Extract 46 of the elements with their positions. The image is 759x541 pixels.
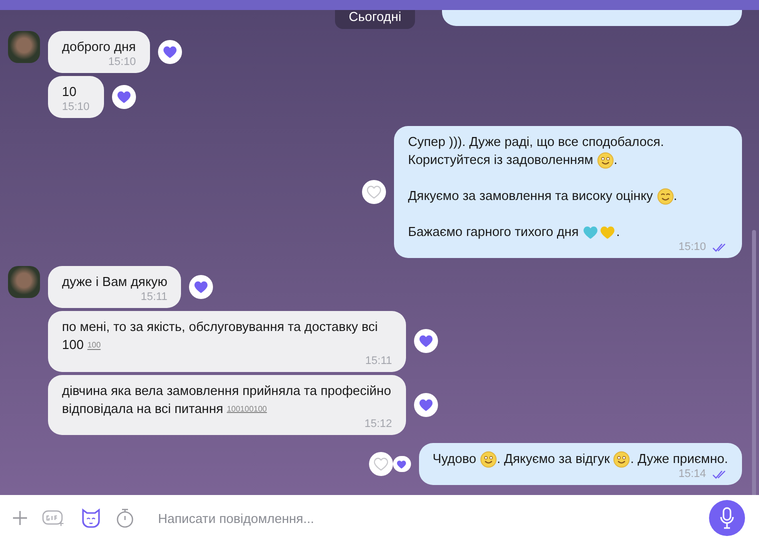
avatar[interactable] <box>8 31 40 63</box>
scrollbar[interactable] <box>752 230 756 495</box>
emoji-text: 100100100 <box>226 404 267 414</box>
heart-outline-icon <box>366 184 382 200</box>
microphone-icon <box>720 507 734 529</box>
message-text: доброго дня <box>62 38 136 56</box>
emoji-text: 100 <box>87 340 101 350</box>
heart-emoji-icon <box>582 224 600 242</box>
sticker-icon[interactable] <box>80 508 102 528</box>
avatar[interactable] <box>8 266 40 298</box>
reaction-button[interactable] <box>112 85 136 109</box>
microphone-button[interactable] <box>709 500 745 536</box>
message-time: 15:11 <box>365 354 392 368</box>
message-text: дівчина яка вела замовлення прийняла та професійно відповідала на всі питання 100100100 <box>62 382 392 418</box>
smiley-icon <box>596 152 614 170</box>
reaction-button[interactable] <box>362 180 386 204</box>
message-text: Супер ))). Дуже раді, що все сподобалося. Користуйтеся із задоволенням . Дякуємо за замовлення та високу оцінку . Бажаємо гарного тихого дня . <box>408 133 678 242</box>
heart-icon <box>396 458 408 470</box>
reaction-button[interactable] <box>414 393 438 418</box>
heart-icon <box>418 397 434 414</box>
message-text: 10 <box>62 83 78 101</box>
message-time: 15:12 <box>364 418 392 432</box>
heart-emoji-icon <box>599 224 616 242</box>
message-time: 15:11 <box>140 291 168 304</box>
heart-icon <box>418 333 434 350</box>
reaction-button[interactable] <box>414 329 438 354</box>
smiley-icon <box>656 188 674 206</box>
message-time: 15:14 <box>678 468 706 482</box>
smiley-icon <box>480 451 497 468</box>
reaction-button[interactable] <box>189 275 214 300</box>
message-text: по мені, то за якість, обслуговування та доставку всі 100 100 <box>62 318 379 354</box>
message-time: 15:10 <box>62 101 90 114</box>
plus-icon[interactable] <box>12 510 28 526</box>
reaction-button[interactable] <box>368 452 393 476</box>
timer-icon[interactable] <box>116 508 134 528</box>
message-text: дуже і Вам дякую <box>62 273 168 292</box>
message-text: Чудово . Дякуємо за відгук . Дуже приємно. <box>432 450 728 468</box>
heart-icon <box>193 279 210 296</box>
message-time: 15:10 <box>108 56 136 69</box>
heart-icon <box>116 89 132 105</box>
reaction-button[interactable] <box>158 40 182 64</box>
message-time: 15:10 <box>678 241 706 254</box>
heart-icon <box>162 44 178 60</box>
heart-outline-icon <box>372 456 389 472</box>
smiley-icon <box>613 451 630 468</box>
date-chip: Сьогодні <box>334 10 416 29</box>
